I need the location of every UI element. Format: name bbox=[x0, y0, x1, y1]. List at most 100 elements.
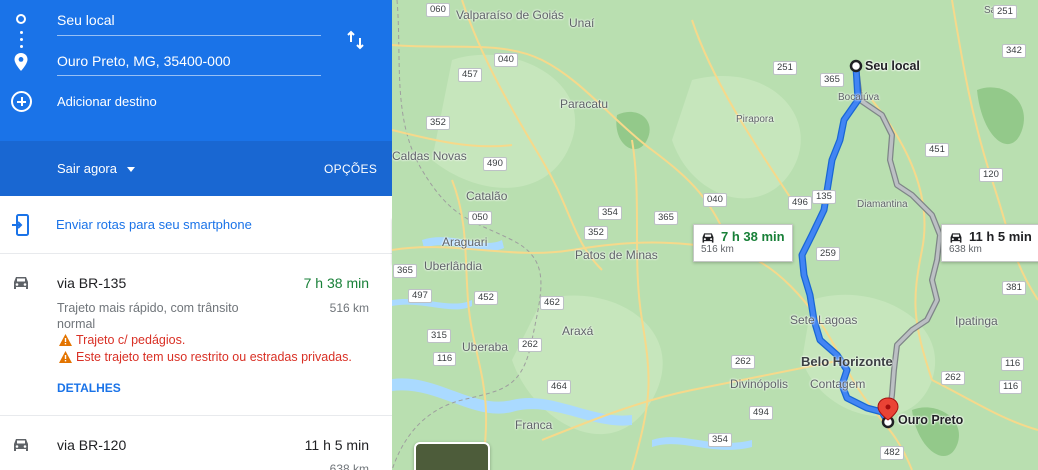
send-to-phone-icon bbox=[12, 214, 29, 236]
callout-distance: 516 km bbox=[701, 244, 734, 255]
city-label: Franca bbox=[515, 418, 553, 432]
route-option-2[interactable]: via BR-120 11 h 5 min 638 km bbox=[0, 416, 392, 470]
highway-shield: 365 bbox=[393, 264, 417, 278]
origin-underline bbox=[57, 35, 321, 36]
highway-shield: 462 bbox=[540, 296, 564, 310]
city-label: Patos de Minas bbox=[575, 248, 658, 262]
car-icon bbox=[702, 233, 714, 243]
route-description: Trajeto mais rápido, com trânsito normal bbox=[57, 301, 239, 331]
highway-shield: 120 bbox=[979, 168, 1003, 182]
car-icon bbox=[14, 439, 28, 451]
car-icon bbox=[950, 233, 962, 243]
directions-panel: Seu local Ouro Preto, MG, 35400-000 Adic… bbox=[0, 0, 392, 470]
city-label: Caldas Novas bbox=[392, 149, 467, 163]
highway-shield: 259 bbox=[816, 247, 840, 261]
details-button[interactable]: DETALHES bbox=[57, 381, 121, 395]
city-label: Divinópolis bbox=[730, 377, 789, 391]
alt-route-callout[interactable]: 11 h 5 min 638 km bbox=[941, 224, 1038, 262]
city-label: Belo Horizonte bbox=[801, 354, 893, 369]
origin-input[interactable]: Seu local bbox=[57, 12, 115, 28]
restricted-warning-text: Este trajeto tem uso restrito ou estrada… bbox=[76, 350, 352, 364]
highway-shield: 490 bbox=[483, 157, 507, 171]
highway-shield: 457 bbox=[458, 68, 482, 82]
route-time: 7 h 38 min bbox=[303, 275, 369, 291]
city-label: Contagem bbox=[810, 377, 866, 391]
car-icon bbox=[14, 277, 28, 289]
highway-shield: 040 bbox=[703, 193, 727, 207]
callout-time: 7 h 38 min bbox=[721, 229, 785, 244]
depart-time-dropdown[interactable]: Sair agora bbox=[57, 161, 117, 176]
highway-shield: 262 bbox=[941, 371, 965, 385]
highway-shield: 060 bbox=[426, 3, 450, 17]
highway-shield: 135 bbox=[812, 190, 836, 204]
route-distance: 516 km bbox=[329, 301, 369, 315]
highway-shield: 354 bbox=[598, 206, 622, 220]
highway-shield: 251 bbox=[773, 61, 797, 75]
directions-header: Seu local Ouro Preto, MG, 35400-000 Adic… bbox=[0, 0, 392, 141]
city-label: Catalão bbox=[466, 189, 508, 203]
route-name: via BR-120 bbox=[57, 437, 127, 453]
highway-shield: 040 bbox=[494, 53, 518, 67]
highway-shield: 315 bbox=[427, 329, 451, 343]
route-dots-icon bbox=[20, 31, 23, 52]
highway-shield: 342 bbox=[1002, 44, 1026, 58]
highway-shield: 365 bbox=[654, 211, 678, 225]
route-name: via BR-135 bbox=[57, 275, 127, 291]
city-label: Sete Lagoas bbox=[790, 313, 858, 327]
city-label: Araguari bbox=[442, 235, 488, 249]
highway-shield: 482 bbox=[880, 446, 904, 460]
city-label: Unaí bbox=[569, 16, 595, 30]
city-label: Araxá bbox=[562, 324, 594, 338]
highway-shield: 116 bbox=[1001, 357, 1025, 371]
highway-shield: 050 bbox=[468, 211, 492, 225]
route-distance: 638 km bbox=[329, 462, 369, 470]
city-label: Uberaba bbox=[462, 340, 509, 354]
caret-down-icon[interactable] bbox=[127, 167, 135, 172]
send-to-phone-link[interactable]: Enviar rotas para seu smartphone bbox=[56, 217, 252, 232]
city-label: Pirapora bbox=[736, 114, 774, 125]
highway-shield: 452 bbox=[474, 291, 498, 305]
city-label: Uberlândia bbox=[424, 259, 483, 273]
toll-warning: Trajeto c/ pedágios. bbox=[59, 333, 185, 347]
restricted-warning: Este trajeto tem uso restrito ou estrada… bbox=[59, 350, 352, 364]
destination-underline bbox=[57, 75, 321, 76]
destination-map-label: Ouro Preto bbox=[898, 413, 964, 427]
highway-shield: 116 bbox=[433, 352, 457, 366]
route-option-1[interactable]: via BR-135 7 h 38 min Trajeto mais rápid… bbox=[0, 254, 392, 416]
fast-route-callout[interactable]: 7 h 38 min 516 km bbox=[693, 224, 793, 262]
highway-shield: 381 bbox=[1002, 281, 1026, 295]
route-time: 11 h 5 min bbox=[304, 437, 369, 453]
city-label: Bocaiúva bbox=[838, 92, 880, 103]
highway-shield: 451 bbox=[925, 143, 949, 157]
warning-icon bbox=[59, 334, 72, 346]
origin-map-label: Seu local bbox=[865, 59, 920, 73]
warning-icon bbox=[59, 351, 72, 363]
destination-pin-icon bbox=[14, 53, 28, 71]
callout-distance: 638 km bbox=[949, 244, 982, 255]
highway-shield: 464 bbox=[547, 380, 571, 394]
highway-shield: 251 bbox=[993, 5, 1017, 19]
destination-input[interactable]: Ouro Preto, MG, 35400-000 bbox=[57, 53, 231, 69]
send-to-phone-row[interactable]: Enviar rotas para seu smartphone bbox=[0, 196, 392, 254]
highway-shield: 352 bbox=[584, 226, 608, 240]
city-label: Paracatu bbox=[560, 97, 609, 111]
toll-warning-text: Trajeto c/ pedágios. bbox=[76, 333, 186, 347]
highway-shield: 365 bbox=[820, 73, 844, 87]
options-button[interactable]: OPÇÕES bbox=[324, 162, 377, 176]
highway-shield: 496 bbox=[788, 196, 812, 210]
highway-shield: 352 bbox=[426, 116, 450, 130]
origin-marker[interactable] bbox=[849, 59, 863, 73]
add-destination-button[interactable]: Adicionar destino bbox=[57, 94, 157, 109]
highway-shield: 354 bbox=[708, 433, 732, 447]
highway-shield: 262 bbox=[518, 338, 542, 352]
satellite-layer-thumbnail[interactable] bbox=[414, 442, 490, 470]
callout-time: 11 h 5 min bbox=[969, 229, 1032, 244]
origin-circle-icon bbox=[16, 14, 26, 24]
highway-shield: 497 bbox=[408, 289, 432, 303]
add-destination-icon[interactable] bbox=[11, 91, 32, 112]
highway-shield: 262 bbox=[731, 355, 755, 369]
swap-directions-icon[interactable] bbox=[344, 28, 368, 52]
highway-shield: 116 bbox=[999, 380, 1023, 394]
city-label: Diamantina bbox=[857, 199, 908, 210]
map-canvas[interactable]: Valparaíso de Goiás Unaí Salinas Paracat… bbox=[392, 0, 1038, 470]
